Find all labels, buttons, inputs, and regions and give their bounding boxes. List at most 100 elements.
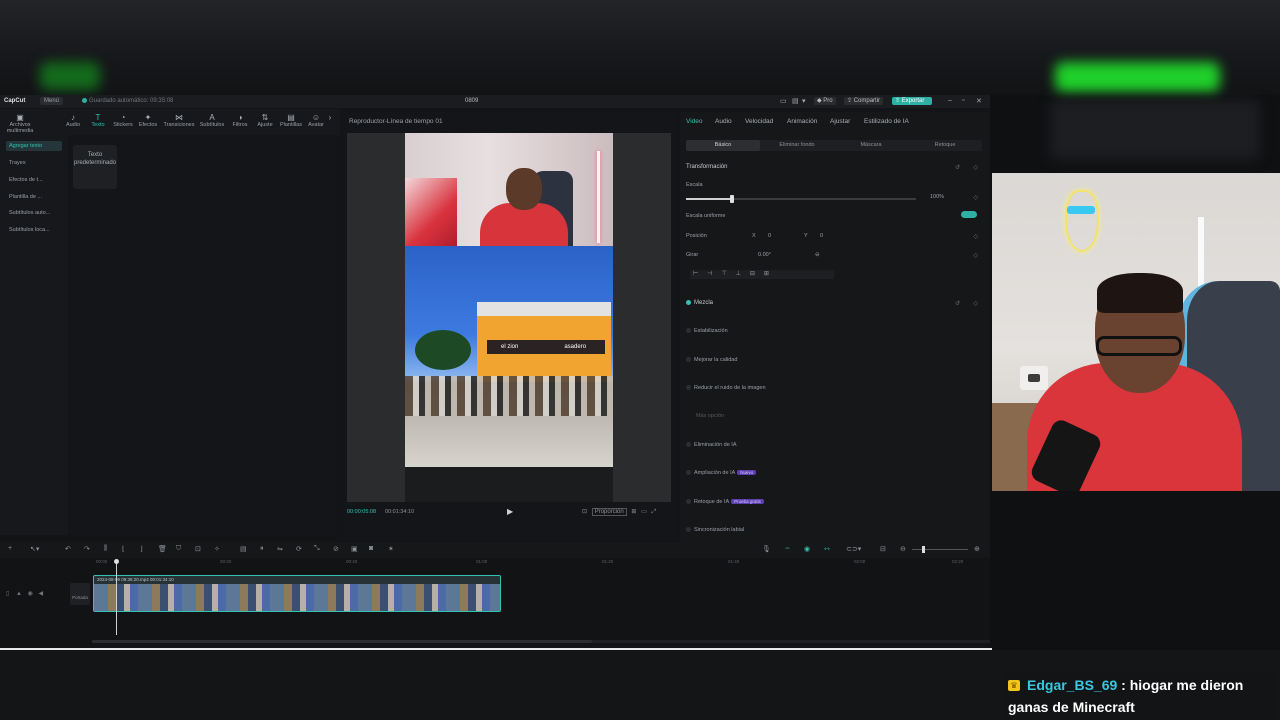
track-toggle-icon[interactable]: ▯ (6, 591, 9, 597)
split-left-icon[interactable]: ⌊ (122, 545, 125, 553)
camera-icon[interactable]: ◙ (369, 545, 373, 552)
tab-animation[interactable]: Animación (787, 118, 817, 125)
split-icon[interactable]: ⫼ (104, 545, 107, 553)
chain-icon[interactable]: ⊂⊃▾ (846, 545, 861, 553)
tool-subtitles[interactable]: A Subtítulos (197, 113, 227, 128)
select-tool-icon[interactable]: ↖▾ (30, 545, 39, 553)
zoom-slider[interactable] (912, 549, 968, 550)
subtitle-icon[interactable]: ⊟ (880, 545, 886, 553)
position-x-field[interactable]: 0 (768, 233, 771, 239)
ai-retouch-checkbox[interactable] (686, 499, 691, 504)
tab-adjust[interactable]: Ajustar (830, 118, 850, 125)
snap-icon[interactable]: ◉ (804, 545, 810, 553)
export-button[interactable]: ⇧ Exportar (892, 97, 932, 105)
zoom-slider-knob[interactable] (922, 546, 925, 553)
mute-icon[interactable]: ◀ (39, 591, 44, 597)
resize-icon[interactable]: ⤡ (314, 545, 320, 553)
blend-keyframe-icon[interactable]: ◇ (973, 300, 978, 307)
tab-ai-style[interactable]: Estilizado de IA (864, 118, 909, 125)
play-icon[interactable]: ▶ (507, 507, 513, 516)
subtab-basic[interactable]: Básico (686, 140, 760, 151)
denoise-checkbox[interactable] (686, 385, 691, 390)
share-button[interactable]: ⇪ Compartir (844, 97, 884, 105)
menu-button[interactable]: Menú (40, 97, 64, 105)
screenshot-icon[interactable]: ▣ (351, 545, 358, 553)
ratio-button[interactable]: Proporción (591, 508, 627, 516)
ai-remove-option[interactable]: Eliminación de IA (686, 442, 737, 448)
subtab-mask[interactable]: Máscara (834, 140, 908, 151)
preview-axis-icon[interactable]: ⇿ (824, 545, 830, 553)
reset-icon[interactable]: ↺ (955, 164, 960, 171)
crop-tool-icon[interactable]: ⊡ (195, 545, 201, 553)
tool-audio[interactable]: ♪ Audio (59, 113, 87, 128)
video-clip[interactable]: 2024-08-09 09:35:20.mp4 00:01:34:10 (93, 575, 501, 612)
player-canvas[interactable]: el zion asadero (347, 133, 671, 502)
rotate-dial-icon[interactable]: ⊖ (815, 252, 820, 258)
crop-icon[interactable]: ⊡ (582, 509, 587, 515)
tool-media[interactable]: ▣ Archivos multimedia (3, 113, 37, 134)
position-keyframe-icon[interactable]: ◇ (973, 233, 978, 240)
maximize-icon[interactable]: ▫ (962, 97, 964, 104)
stabilize-checkbox[interactable] (686, 328, 691, 333)
timeline-scrollbar[interactable] (92, 640, 990, 643)
mirror-icon[interactable]: ⇋ (277, 545, 283, 553)
subtab-remove-bg[interactable]: Eliminar fondo (760, 140, 834, 151)
scale-value[interactable]: 100% (930, 194, 944, 200)
timeline[interactable]: 00:00 00:20 00:40 01:00 01:20 01:40 02:0… (0, 558, 990, 648)
playhead-knob[interactable] (114, 559, 119, 564)
rotate-keyframe-icon[interactable]: ◇ (973, 252, 978, 259)
tool-stickers[interactable]: ◔ Stickers (109, 113, 137, 128)
lip-sync-checkbox[interactable] (686, 527, 691, 532)
nav-add-text[interactable]: Agregar texto (6, 141, 62, 151)
shield-icon[interactable]: ⛉ (176, 545, 181, 553)
caption-icon[interactable]: ▤ (240, 545, 247, 553)
default-text-card[interactable]: Texto predeterminado (73, 145, 117, 189)
scale-slider-knob[interactable] (730, 195, 734, 203)
timeline-ruler[interactable]: 00:00 00:20 00:40 01:00 01:20 01:40 02:0… (92, 558, 990, 566)
tool-adjust[interactable]: ⇅ Ajuste (251, 113, 279, 128)
timeline-scrollbar-thumb[interactable] (92, 640, 592, 643)
keyframe-icon[interactable]: ◇ (973, 164, 978, 171)
visibility-icon[interactable]: ◉ (28, 591, 33, 597)
add-icon[interactable]: + (8, 545, 12, 552)
position-y-field[interactable]: 0 (820, 233, 823, 239)
zoom-fit-icon[interactable]: ⊞ (631, 509, 636, 515)
delete-icon[interactable]: 🗑 (158, 545, 167, 553)
blend-checkbox[interactable] (686, 300, 691, 305)
microphone-icon[interactable]: 🎙 (762, 545, 771, 553)
scale-slider[interactable] (686, 195, 916, 203)
nav-local-subtitles[interactable]: Subtítulos loca... (6, 225, 62, 235)
minimize-icon[interactable]: – (948, 97, 952, 104)
tool-effects[interactable]: ✦ Efectos (134, 113, 162, 128)
enhance-checkbox[interactable] (686, 357, 691, 362)
video-frame[interactable]: el zion asadero (405, 133, 613, 502)
ai-tool-icon[interactable]: ✶ (388, 545, 394, 553)
transform-heading[interactable]: Transformación (686, 164, 727, 170)
ai-retouch-option[interactable]: Retoque de IA Prueba gratis (686, 499, 764, 505)
undo-icon[interactable]: ↶ (65, 545, 71, 553)
rotate-field[interactable]: 0.00° (758, 252, 771, 258)
scale-keyframe-icon[interactable]: ◇ (973, 194, 978, 201)
dropdown-icon[interactable]: ▾ (802, 97, 806, 105)
shortcut-icon[interactable]: ▤ (792, 97, 799, 105)
lock-icon[interactable]: ▲ (16, 591, 22, 597)
nav-trayes[interactable]: Trayes (6, 158, 62, 168)
playhead[interactable] (114, 559, 119, 635)
facecam-overlay[interactable] (405, 133, 613, 248)
tool-templates[interactable]: ▤ Plantillas (277, 113, 305, 128)
pro-button[interactable]: ◆ Pro (814, 97, 836, 105)
nav-auto-subtitles[interactable]: Subtítulos auto... (6, 208, 62, 218)
uniform-scale-toggle[interactable] (961, 211, 977, 218)
enhance-option[interactable]: Mejorar la calidad (686, 357, 737, 363)
nav-text-effects[interactable]: Efectos de t... (6, 175, 62, 185)
tool-text[interactable]: T Texto (84, 113, 112, 128)
ai-expand-checkbox[interactable] (686, 470, 691, 475)
close-icon[interactable]: ✕ (976, 97, 982, 105)
preview-quality-icon[interactable]: ▭ (641, 509, 647, 515)
zoom-out-icon[interactable]: ⊖ (900, 545, 906, 553)
tab-speed[interactable]: Velocidad (745, 118, 773, 125)
subtab-retouch[interactable]: Retoque (908, 140, 982, 151)
rotate-icon[interactable]: ⟳ (296, 545, 302, 553)
zoom-in-icon[interactable]: ⊕ (974, 545, 980, 553)
nav-text-templates[interactable]: Plantilla de ... (6, 192, 62, 202)
